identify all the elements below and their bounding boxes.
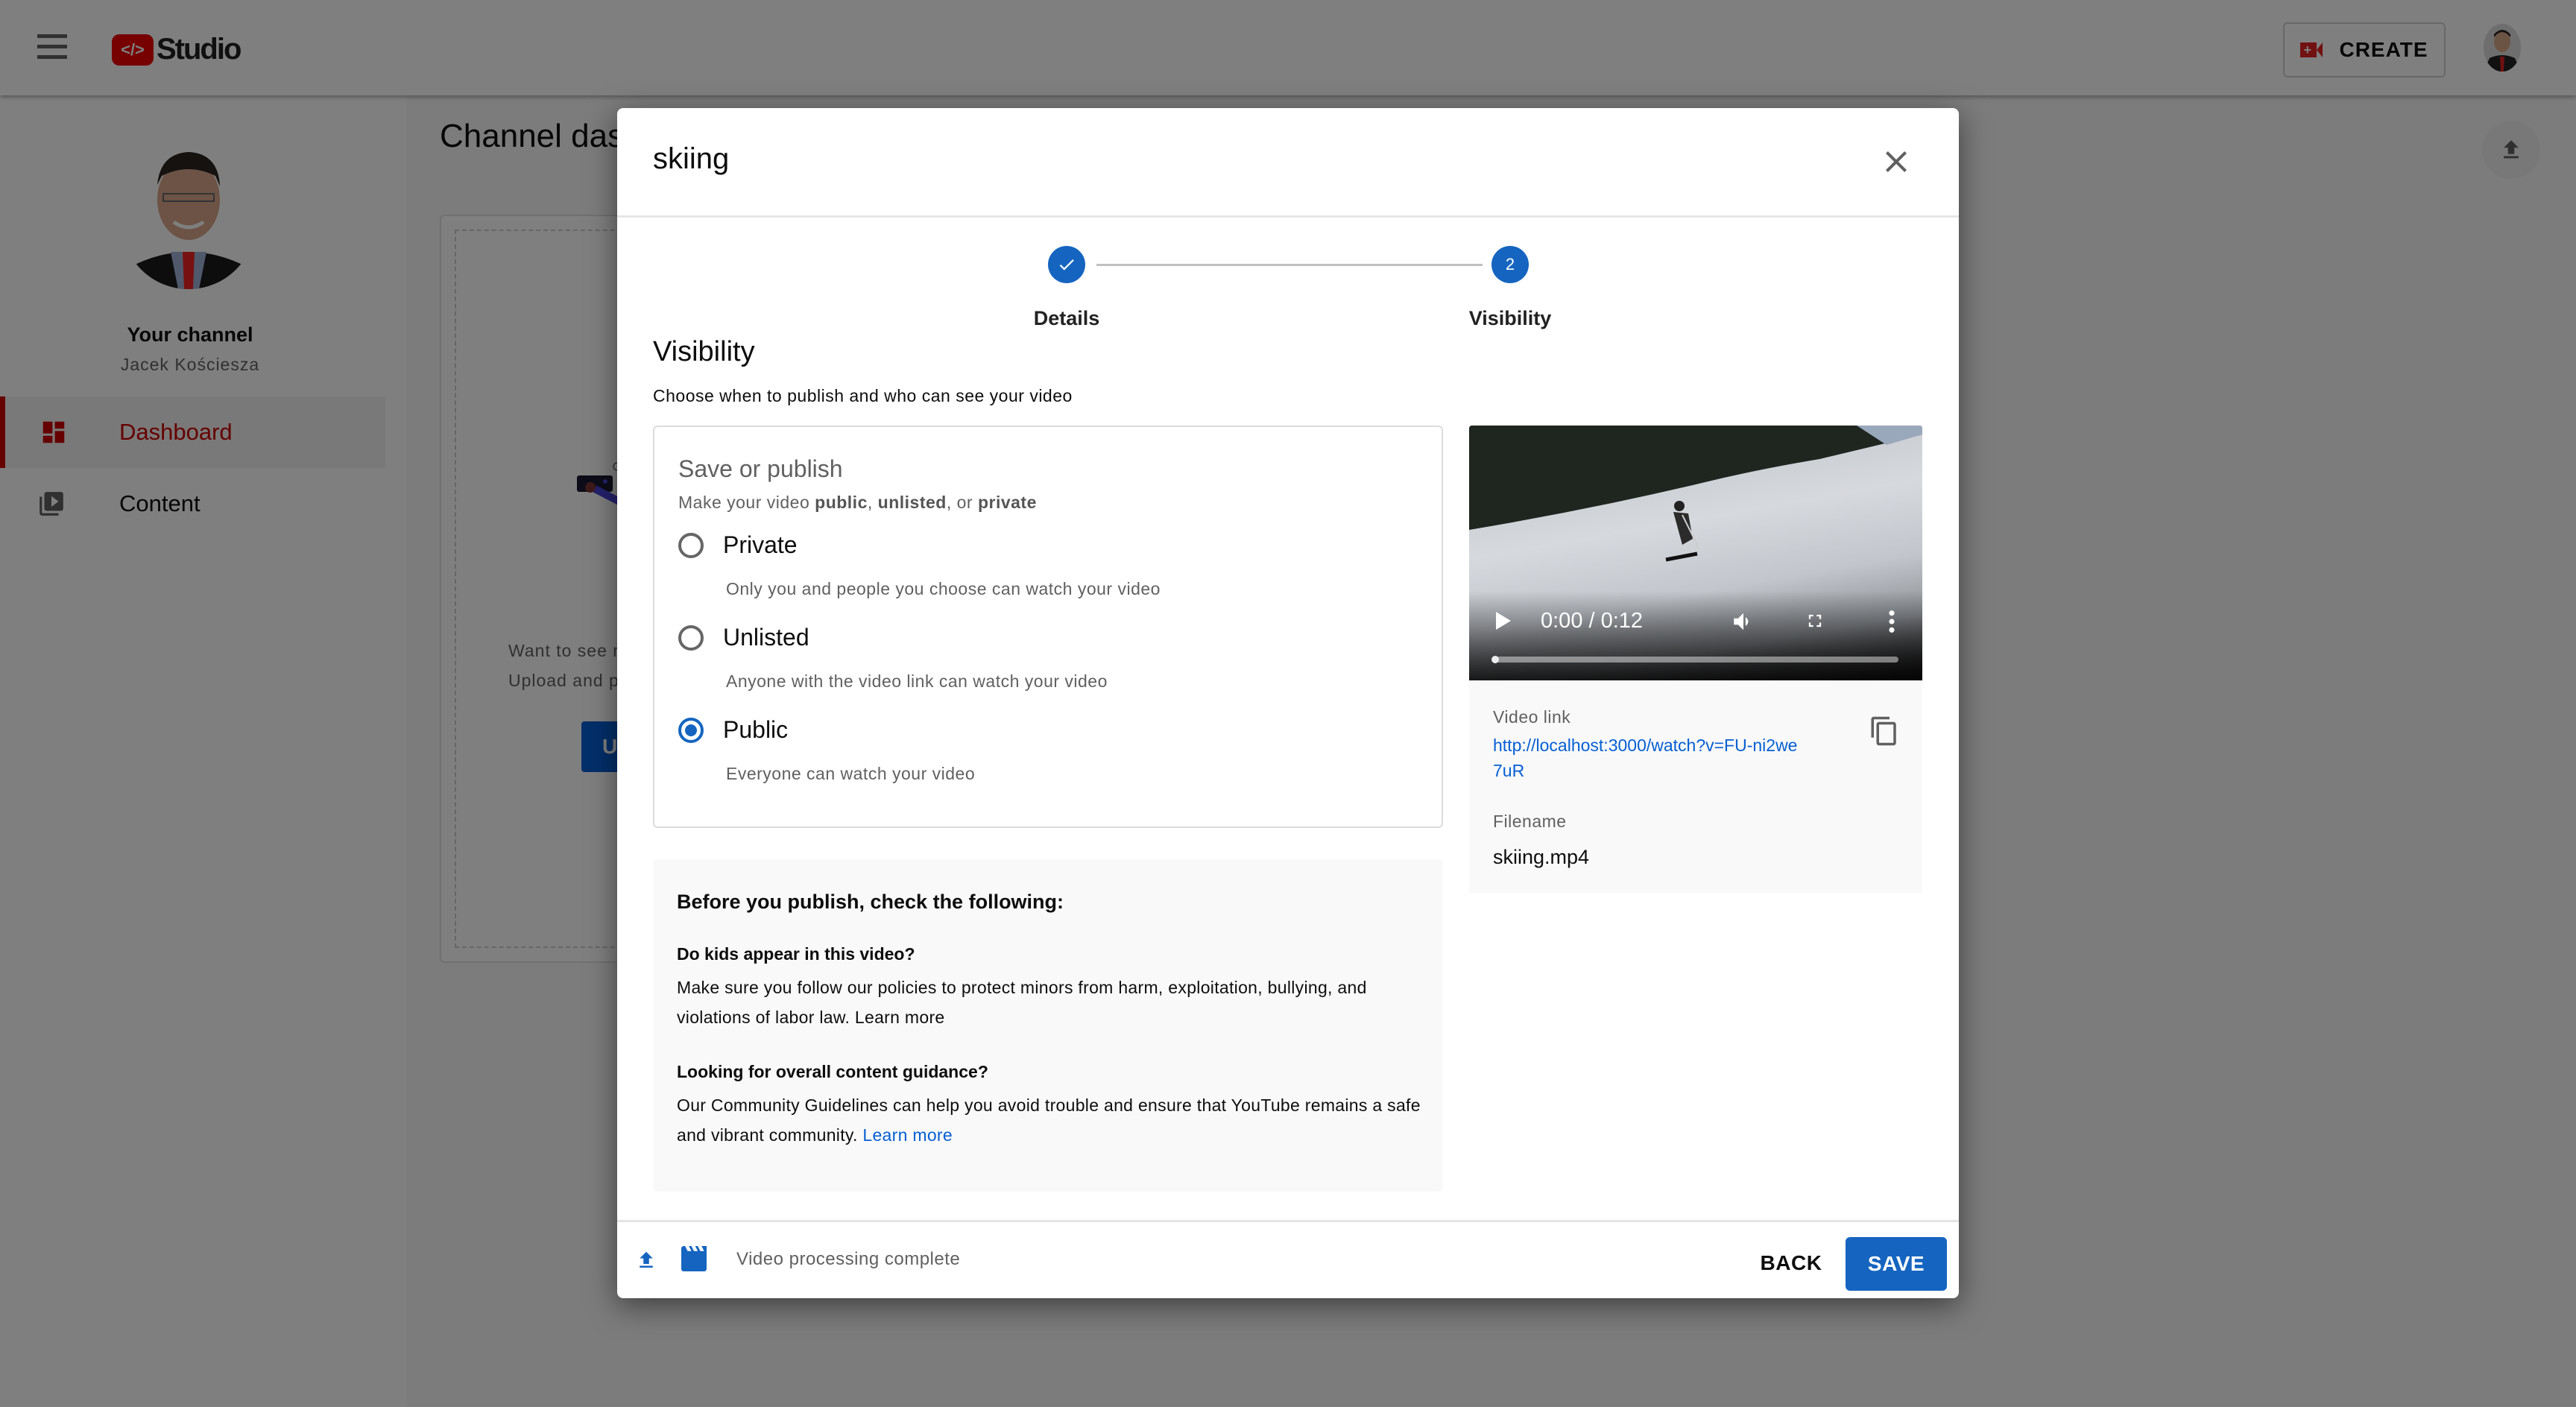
radio-label: Private	[723, 531, 798, 558]
radio-description: Only you and people you choose can watch…	[726, 579, 1161, 598]
check-icon	[1059, 259, 1074, 271]
video-link[interactable]: http://localhost:3000/watch?v=FU-ni2we7u…	[1493, 733, 1806, 783]
step-visibility-label[interactable]: Visibility	[1469, 307, 1552, 330]
kids-heading: Do kids appear in this video?	[677, 944, 915, 964]
video-player[interactable]: 0:00 / 0:12	[1469, 426, 1922, 680]
section-subtitle: Choose when to publish and who can see y…	[653, 386, 1073, 405]
filename-label: Filename	[1493, 812, 1567, 831]
radio-button-unchecked-icon[interactable]	[678, 532, 704, 558]
guidance-body: Our Community Guidelines can help you av…	[677, 1095, 1421, 1145]
radio-description: Anyone with the video link can watch you…	[726, 671, 1108, 691]
save-or-publish-title: Save or publish	[678, 455, 843, 482]
filename-value: skiing.mp4	[1493, 846, 1590, 868]
save-button[interactable]: SAVE	[1846, 1237, 1947, 1291]
video-link-label: Video link	[1493, 707, 1571, 727]
checklist-title: Before you publish, check the following:	[677, 891, 1064, 913]
upload-visibility-dialog: skiing Details 2 Visibility Visibility C…	[617, 108, 1959, 1298]
close-icon	[1886, 151, 1907, 172]
skier-figure	[1665, 501, 1699, 562]
video-progress-bar[interactable]	[1491, 656, 1898, 663]
close-button[interactable]	[1878, 144, 1914, 180]
step-details-label[interactable]: Details	[1034, 307, 1100, 330]
dialog-footer: Video processing complete BACK SAVE	[617, 1220, 1959, 1298]
fullscreen-icon[interactable]	[1805, 610, 1825, 631]
copy-icon[interactable]	[1869, 713, 1900, 749]
video-time: 0:00 / 0:12	[1541, 609, 1644, 633]
video-controls: 0:00 / 0:12	[1469, 591, 1922, 680]
volume-icon[interactable]	[1730, 609, 1757, 634]
back-button[interactable]: BACK	[1750, 1237, 1832, 1289]
processing-status: Video processing complete	[736, 1249, 961, 1269]
save-or-publish-panel: Save or publish Make your video public, …	[653, 426, 1443, 828]
step-visibility-marker[interactable]: 2	[1491, 246, 1529, 283]
learn-more-link[interactable]: Learn more	[862, 1125, 953, 1145]
radio-unlisted[interactable]: Unlisted	[678, 624, 809, 651]
dialog-header: skiing	[617, 108, 1959, 218]
clapperboard-icon	[681, 1246, 707, 1271]
play-icon[interactable]	[1496, 612, 1511, 630]
radio-label: Public	[723, 716, 789, 743]
kids-text: Make sure you follow our policies to pro…	[677, 978, 1367, 1027]
radio-label: Unlisted	[723, 624, 809, 651]
video-preview-card: 0:00 / 0:12 Video link http://localhost:…	[1469, 426, 1922, 894]
radio-private[interactable]: Private	[678, 531, 798, 559]
radio-button-checked-icon[interactable]	[678, 717, 704, 743]
more-vert-icon[interactable]	[1888, 609, 1895, 634]
progress-knob[interactable]	[1491, 656, 1499, 663]
guidance-heading: Looking for overall content guidance?	[677, 1062, 988, 1081]
radio-button-unchecked-icon[interactable]	[678, 625, 704, 651]
guidance-text: Our Community Guidelines can help you av…	[677, 1090, 1422, 1150]
upload-icon	[640, 1251, 653, 1268]
save-or-publish-subtitle: Make your video public, unlisted, or pri…	[678, 493, 1037, 512]
pre-publish-checklist: Before you publish, check the following:…	[653, 859, 1443, 1192]
radio-description: Everyone can watch your video	[726, 764, 976, 783]
dialog-title: skiing	[653, 142, 730, 175]
section-title: Visibility	[653, 336, 755, 367]
step-details-marker[interactable]	[1048, 246, 1085, 283]
radio-public[interactable]: Public	[678, 716, 788, 744]
stepper-connector	[1096, 264, 1483, 266]
